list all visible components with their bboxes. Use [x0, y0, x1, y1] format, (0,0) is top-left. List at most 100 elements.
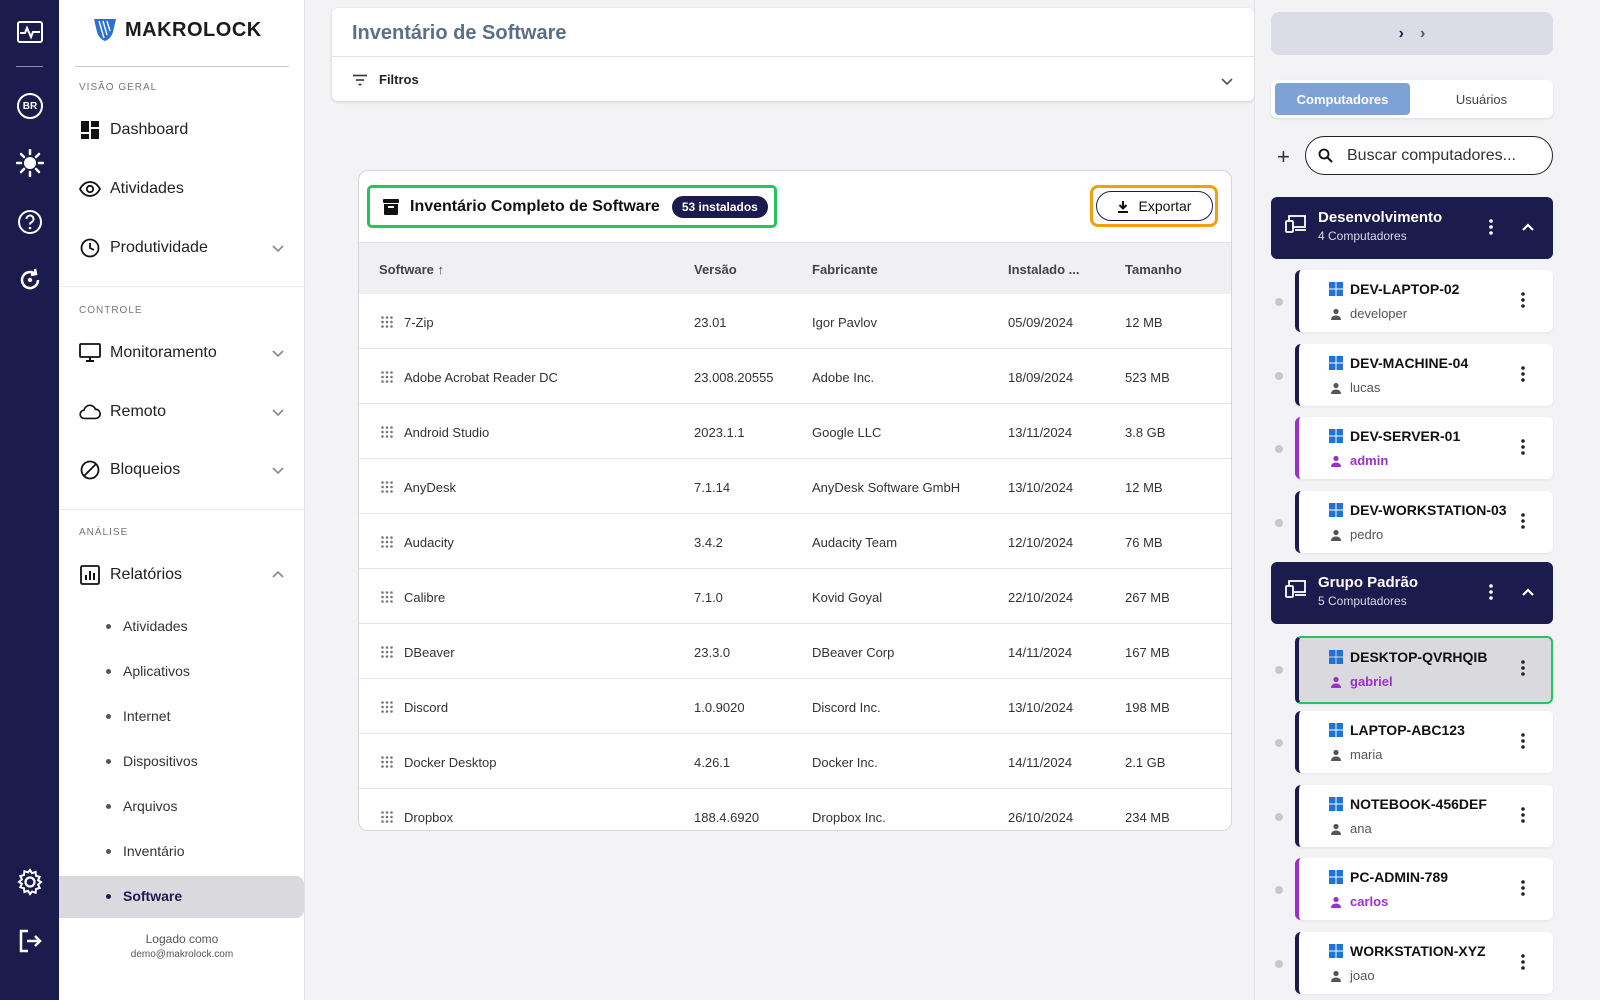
table-row[interactable]: DBeaver 23.3.0 DBeaver Corp 14/11/2024 167 M…	[359, 624, 1231, 679]
more-vert-icon[interactable]	[1489, 584, 1493, 605]
chevron-right-icon[interactable]: ›	[1420, 25, 1425, 43]
more-vert-icon[interactable]	[1521, 513, 1525, 534]
more-vert-icon[interactable]	[1521, 366, 1525, 387]
settings-gear-icon[interactable]	[14, 866, 46, 898]
more-vert-icon[interactable]	[1521, 807, 1525, 828]
col-software[interactable]: Software ↑	[379, 262, 444, 277]
grid-icon	[381, 756, 393, 768]
filters-toggle[interactable]: Filtros	[352, 72, 419, 87]
more-vert-icon[interactable]	[1521, 660, 1525, 681]
chevron-down-icon	[272, 350, 284, 358]
sub-atividades[interactable]: Atividades	[106, 618, 188, 634]
computer-name: DEV-SERVER-01	[1350, 428, 1461, 444]
cell-version: 1.0.9020	[694, 700, 745, 715]
table-row[interactable]: Dropbox 188.4.6920 Dropbox Inc. 26/10/2024 2…	[359, 789, 1231, 830]
nav-atividades[interactable]: Atividades	[79, 169, 285, 209]
col-vendor[interactable]: Fabricante	[812, 262, 878, 277]
nav-relatorios[interactable]: Relatórios	[79, 555, 285, 595]
sub-inventario[interactable]: Inventário	[106, 843, 184, 859]
language-button[interactable]: BR	[14, 90, 46, 122]
computer-name: DEV-WORKSTATION-03	[1350, 502, 1507, 518]
nav-produtividade[interactable]: Produtividade	[79, 228, 285, 268]
more-vert-icon[interactable]	[1521, 880, 1525, 901]
chevron-up-icon	[272, 570, 284, 578]
chevron-right-icon[interactable]: ›	[1399, 25, 1404, 43]
more-vert-icon[interactable]	[1521, 733, 1525, 754]
user-icon	[1331, 896, 1341, 908]
inventory-title: Inventário Completo de Software	[410, 197, 660, 215]
cell-vendor: Adobe Inc.	[812, 370, 875, 385]
cell-software: DBeaver	[404, 645, 455, 660]
windows-icon	[1329, 650, 1343, 664]
nav-monitoramento[interactable]: Monitoramento	[79, 333, 285, 373]
nav-bloqueios[interactable]: Bloqueios	[79, 450, 285, 490]
computer-item[interactable]: DEV-SERVER-01 admin	[1275, 417, 1553, 479]
computer-item[interactable]: PC-ADMIN-789 carlos	[1275, 858, 1553, 920]
table-row[interactable]: Audacity 3.4.2 Audacity Team 12/10/2024 76 M…	[359, 514, 1231, 569]
logo-text: MAKROLOCK	[125, 18, 262, 41]
table-row[interactable]: AnyDesk 7.1.14 AnyDesk Software GmbH 13/10/…	[359, 459, 1231, 514]
sub-arquivos[interactable]: Arquivos	[106, 798, 177, 814]
computer-group[interactable]: Desenvolvimento 4 Computadores	[1271, 197, 1553, 259]
grid-icon	[381, 701, 393, 713]
search-input[interactable]	[1347, 146, 1537, 165]
installed-count-badge: 53 instalados	[671, 195, 768, 218]
shield-logo-icon	[94, 19, 116, 41]
cell-installed: 14/11/2024	[1008, 645, 1073, 660]
sub-software[interactable]: Software	[106, 888, 182, 904]
sub-internet[interactable]: Internet	[106, 708, 170, 724]
add-icon[interactable]: +	[1277, 144, 1290, 170]
computer-item[interactable]: WORKSTATION-XYZ joao	[1275, 932, 1553, 994]
more-vert-icon[interactable]	[1521, 954, 1525, 975]
refresh-icon[interactable]	[14, 264, 46, 296]
nav-remoto[interactable]: Remoto	[79, 392, 285, 432]
panel-breadcrumb[interactable]: › ›	[1271, 12, 1553, 55]
search-icon	[1318, 148, 1333, 163]
cell-vendor: AnyDesk Software GmbH	[812, 480, 961, 495]
sub-label: Inventário	[123, 843, 185, 859]
more-vert-icon[interactable]	[1521, 292, 1525, 313]
user-icon	[1331, 676, 1341, 688]
computer-user: admin	[1350, 453, 1389, 468]
table-row[interactable]: 7-Zip 23.01 Igor Pavlov 05/09/2024 12 MB	[359, 294, 1231, 349]
more-vert-icon[interactable]	[1489, 219, 1493, 240]
table-row[interactable]: Calibre 7.1.0 Kovid Goyal 22/10/2024 267 MB	[359, 569, 1231, 624]
activity-monitor-icon[interactable]	[14, 16, 46, 48]
table-row[interactable]: Android Studio 2023.1.1 Google LLC 13/11/20…	[359, 404, 1231, 459]
tab-users[interactable]: Usuários	[1414, 83, 1549, 115]
sub-aplicativos[interactable]: Aplicativos	[106, 663, 190, 679]
clock-icon	[79, 237, 101, 259]
computer-item[interactable]: DEV-WORKSTATION-03 pedro	[1275, 491, 1553, 553]
chevron-up-icon[interactable]	[1521, 221, 1535, 233]
more-vert-icon[interactable]	[1521, 439, 1525, 460]
divider	[332, 56, 1254, 57]
cell-size: 267 MB	[1125, 590, 1170, 605]
computer-item[interactable]: NOTEBOOK-456DEF ana	[1275, 785, 1553, 847]
cell-version: 3.4.2	[694, 535, 723, 550]
col-size[interactable]: Tamanho	[1125, 262, 1182, 277]
help-icon[interactable]	[14, 206, 46, 238]
logo[interactable]: MAKROLOCK	[91, 16, 262, 44]
tab-computers[interactable]: Computadores	[1275, 83, 1410, 115]
cell-version: 23.008.20555	[694, 370, 774, 385]
table-row[interactable]: Docker Desktop 4.26.1 Docker Inc. 14/11/202…	[359, 734, 1231, 789]
nav-dashboard[interactable]: Dashboard	[79, 110, 285, 150]
cell-installed: 13/10/2024	[1008, 480, 1074, 495]
export-button[interactable]: Exportar	[1095, 191, 1213, 221]
computer-group[interactable]: Grupo Padrão 5 Computadores	[1271, 562, 1553, 624]
windows-icon	[1329, 356, 1343, 370]
computer-item[interactable]: LAPTOP-ABC123 maria	[1275, 711, 1553, 773]
computer-item[interactable]: DEV-MACHINE-04 lucas	[1275, 344, 1553, 406]
col-installed[interactable]: Instalado ...	[1008, 262, 1080, 277]
sub-dispositivos[interactable]: Dispositivos	[106, 753, 198, 769]
computer-item[interactable]: DEV-LAPTOP-02 developer	[1275, 270, 1553, 332]
computer-name: LAPTOP-ABC123	[1350, 722, 1465, 738]
table-row[interactable]: Discord 1.0.9020 Discord Inc. 13/10/2024 198…	[359, 679, 1231, 734]
logout-icon[interactable]	[14, 925, 46, 957]
theme-sun-icon[interactable]	[14, 147, 46, 179]
chevron-down-icon[interactable]	[1220, 74, 1234, 88]
table-row[interactable]: Adobe Acrobat Reader DC 23.008.20555 Adobe…	[359, 349, 1231, 404]
chevron-up-icon[interactable]	[1521, 586, 1535, 598]
col-version[interactable]: Versão	[694, 262, 737, 277]
computer-item[interactable]: DESKTOP-QVRHQIB gabriel	[1275, 636, 1553, 704]
